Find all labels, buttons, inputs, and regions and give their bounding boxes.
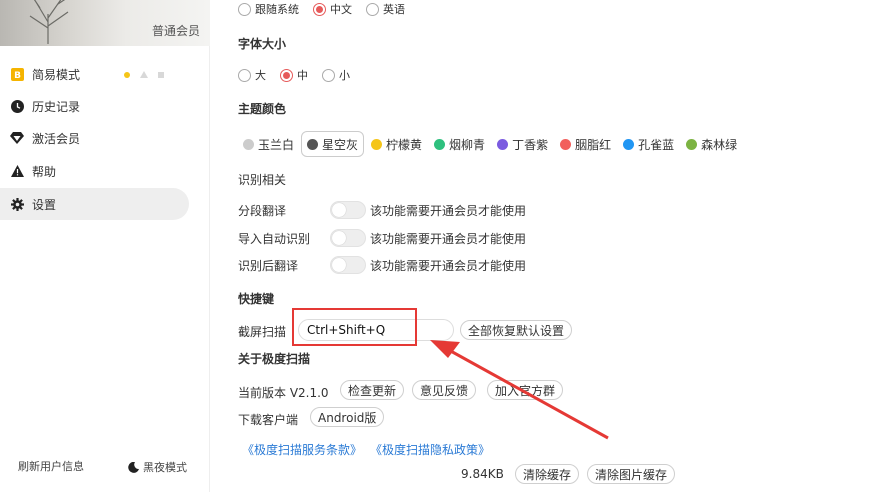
annotation-arrow-icon — [430, 340, 609, 440]
